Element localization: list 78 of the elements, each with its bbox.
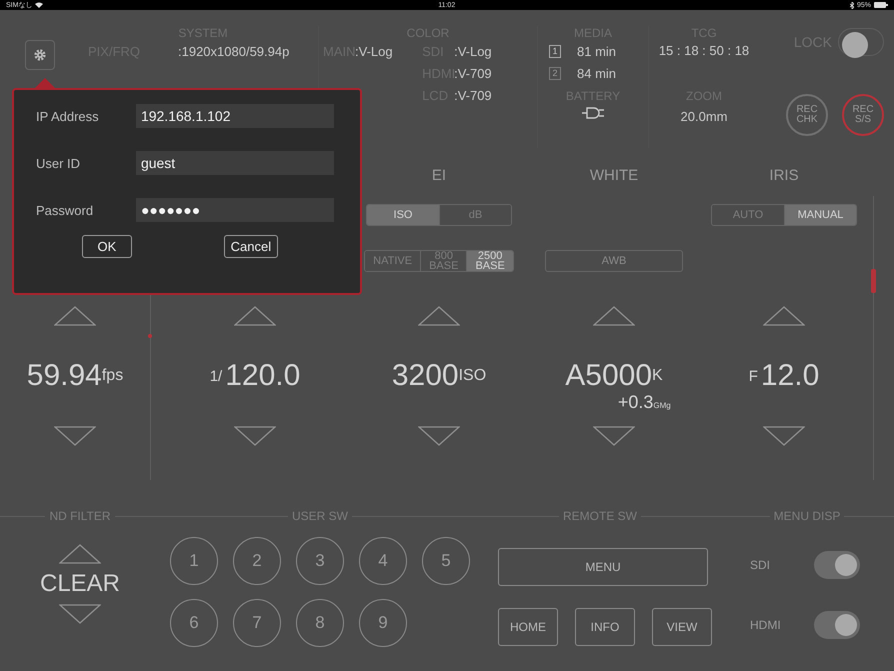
- remaining-time: 81 min: [577, 44, 616, 58]
- settings-icon: [33, 48, 47, 62]
- slider-thumb[interactable]: [871, 269, 876, 294]
- down-arrow-icon[interactable]: [418, 426, 460, 446]
- segment-button[interactable]: ISO: [367, 205, 439, 225]
- section-title: IRIS: [769, 166, 799, 186]
- value-readout: 12.0: [760, 359, 820, 393]
- value-readout: 3200: [392, 359, 459, 393]
- field-value: :V-Log: [454, 44, 492, 58]
- settings-button[interactable]: [25, 40, 55, 70]
- toggle-label: SDI: [750, 558, 770, 572]
- down-arrow-icon[interactable]: [763, 426, 805, 446]
- remaining-time: 84 min: [577, 66, 616, 80]
- filter-value: CLEAR: [40, 570, 120, 598]
- cancel-button[interactable]: Cancel: [224, 235, 278, 258]
- battery-icon: [874, 2, 888, 8]
- bluetooth-icon: [850, 2, 854, 8]
- remote-button[interactable]: INFO: [575, 608, 635, 646]
- user-switch-button[interactable]: 2: [233, 537, 281, 585]
- input-field[interactable]: 192.168.1.102: [136, 104, 334, 128]
- value-prefix: F: [748, 368, 758, 384]
- unit-label: K: [652, 367, 663, 385]
- field-value: :V-709: [454, 88, 492, 102]
- up-arrow-icon[interactable]: [593, 306, 635, 326]
- ok-button[interactable]: OK: [82, 235, 132, 258]
- slot-badge: 1: [549, 44, 561, 58]
- unit-label: fps: [102, 367, 124, 385]
- field-value: :V-Log: [355, 44, 393, 58]
- menu-button[interactable]: MENU: [498, 548, 708, 586]
- down-arrow-icon[interactable]: [54, 426, 96, 446]
- field-value: :1920x1080/59.94p: [178, 44, 290, 58]
- slot-badge: 2: [549, 66, 561, 80]
- remote-button[interactable]: VIEW: [652, 608, 712, 646]
- field-label: Password: [36, 202, 94, 218]
- user-switch-button[interactable]: 4: [359, 537, 407, 585]
- section-title: WHITE: [590, 166, 638, 186]
- field-label: IP Address: [36, 108, 100, 124]
- field-value: :V-709: [454, 66, 492, 80]
- timecode-value: 15 : 18 : 50 : 18: [658, 42, 750, 60]
- record-button[interactable]: REC S/S: [842, 94, 884, 136]
- input-field[interactable]: ●●●●●●●: [136, 198, 334, 222]
- unit-label: GMg: [653, 401, 671, 410]
- zoom-value: 20.0mm: [680, 108, 728, 126]
- offset-readout: +0.3: [618, 392, 654, 412]
- value-readout: A5000: [565, 359, 652, 393]
- down-arrow-icon[interactable]: [234, 426, 276, 446]
- user-switch-button[interactable]: 3: [296, 537, 344, 585]
- up-arrow-icon[interactable]: [418, 306, 460, 326]
- display-toggle[interactable]: [814, 551, 860, 579]
- up-arrow-icon[interactable]: [234, 306, 276, 326]
- down-arrow-icon[interactable]: [593, 426, 635, 446]
- display-toggle[interactable]: [814, 611, 860, 639]
- value-readout: 120.0: [225, 359, 300, 393]
- toggle-label: HDMI: [750, 618, 781, 632]
- up-arrow-icon[interactable]: [763, 306, 805, 326]
- user-switch-button[interactable]: 7: [233, 599, 281, 647]
- field-label: User ID: [36, 156, 82, 170]
- unit-label: ISO: [458, 367, 486, 385]
- up-arrow-icon[interactable]: [54, 306, 96, 326]
- lock-toggle[interactable]: [838, 28, 884, 56]
- user-switch-button[interactable]: 9: [359, 599, 407, 647]
- section-title: EI: [432, 166, 446, 186]
- user-switch-button[interactable]: 5: [422, 537, 470, 585]
- segment-button[interactable]: 2500 BASE: [466, 251, 513, 271]
- wifi-icon: [35, 2, 44, 8]
- down-arrow-icon[interactable]: [59, 604, 101, 624]
- plug-icon: [582, 106, 604, 120]
- up-arrow-icon[interactable]: [59, 544, 101, 564]
- rec-check-button[interactable]: REC CHK: [786, 94, 828, 136]
- user-switch-button[interactable]: 6: [170, 599, 218, 647]
- value-readout: 59.94: [26, 359, 102, 393]
- input-field[interactable]: guest: [136, 151, 334, 175]
- awb-button[interactable]: AWB: [545, 250, 683, 272]
- user-switch-button[interactable]: 8: [296, 599, 344, 647]
- user-switch-button[interactable]: 1: [170, 537, 218, 585]
- value-prefix: 1/: [210, 368, 222, 384]
- remote-button[interactable]: HOME: [498, 608, 558, 646]
- segment-button[interactable]: MANUAL: [784, 205, 856, 225]
